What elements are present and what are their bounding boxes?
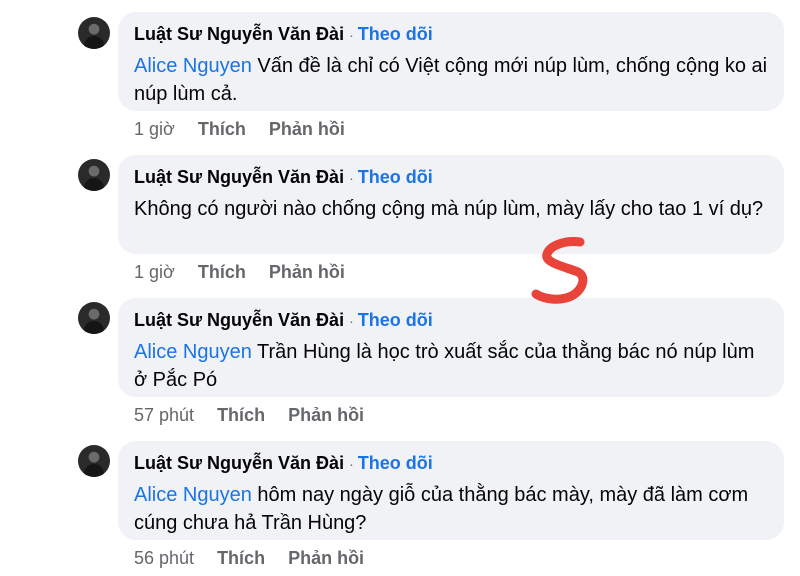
comment-actions: 57 phút Thích Phản hồi (134, 405, 387, 426)
comment-actions: 1 giờ Thích Phản hồi (134, 119, 368, 140)
follow-link[interactable]: Theo dõi (358, 24, 433, 44)
like-button[interactable]: Thích (217, 548, 265, 568)
avatar[interactable] (78, 159, 110, 191)
avatar[interactable] (78, 17, 110, 49)
comment-text: Alice Nguyen Vấn đề là chỉ có Việt cộng … (134, 52, 768, 108)
follow-link[interactable]: Theo dõi (358, 310, 433, 330)
author-name[interactable]: Luật Sư Nguyễn Văn Đài (134, 167, 344, 187)
separator-dot: · (349, 170, 354, 186)
follow-link[interactable]: Theo dõi (358, 167, 433, 187)
mention-link[interactable]: Alice Nguyen (134, 484, 252, 506)
separator-dot: · (349, 313, 354, 329)
mention-link[interactable]: Alice Nguyen (134, 55, 252, 77)
comment-bubble: Luật Sư Nguyễn Văn Đài · Theo dõi Không có… (118, 155, 784, 254)
reply-button[interactable]: Phản hồi (269, 262, 345, 282)
comment-actions: 56 phút Thích Phản hồi (134, 548, 387, 569)
comment-bubble: Luật Sư Nguyễn Văn Đài · Theo dõi Alice Ng… (118, 298, 784, 397)
like-button[interactable]: Thích (217, 405, 265, 425)
comment-text: Alice Nguyen hôm nay ngày giỗ của thằng … (134, 481, 768, 537)
timestamp[interactable]: 1 giờ (134, 262, 175, 282)
comment-text: Alice Nguyen Trần Hùng là học trò xuất s… (134, 338, 768, 394)
follow-link[interactable]: Theo dõi (358, 453, 433, 473)
separator-dot: · (349, 456, 354, 472)
mention-link[interactable]: Alice Nguyen (134, 341, 252, 363)
comment-bubble: Luật Sư Nguyễn Văn Đài · Theo dõi Alice Ng… (118, 12, 784, 111)
comment-header: Luật Sư Nguyễn Văn Đài · Theo dõi (134, 165, 768, 190)
comment-header: Luật Sư Nguyễn Văn Đài · Theo dõi (134, 308, 768, 333)
reply-button[interactable]: Phản hồi (269, 119, 345, 139)
like-button[interactable]: Thích (198, 262, 246, 282)
timestamp[interactable]: 1 giờ (134, 119, 175, 139)
reply-button[interactable]: Phản hồi (288, 548, 364, 568)
comment-actions: 1 giờ Thích Phản hồi (134, 262, 368, 283)
comment-text: Không có người nào chống cộng mà núp lùm… (134, 195, 768, 223)
comment-body: Không có người nào chống cộng mà núp lùm… (134, 198, 764, 220)
avatar[interactable] (78, 302, 110, 334)
timestamp[interactable]: 56 phút (134, 548, 194, 568)
author-name[interactable]: Luật Sư Nguyễn Văn Đài (134, 24, 344, 44)
author-name[interactable]: Luật Sư Nguyễn Văn Đài (134, 310, 344, 330)
author-name[interactable]: Luật Sư Nguyễn Văn Đài (134, 453, 344, 473)
comment-header: Luật Sư Nguyễn Văn Đài · Theo dõi (134, 451, 768, 476)
separator-dot: · (349, 27, 354, 43)
comment-header: Luật Sư Nguyễn Văn Đài · Theo dõi (134, 22, 768, 47)
avatar[interactable] (78, 445, 110, 477)
timestamp[interactable]: 57 phút (134, 405, 194, 425)
reply-button[interactable]: Phản hồi (288, 405, 364, 425)
comment-bubble: Luật Sư Nguyễn Văn Đài · Theo dõi Alice Ng… (118, 441, 784, 540)
handwritten-mark (531, 237, 588, 304)
like-button[interactable]: Thích (198, 119, 246, 139)
